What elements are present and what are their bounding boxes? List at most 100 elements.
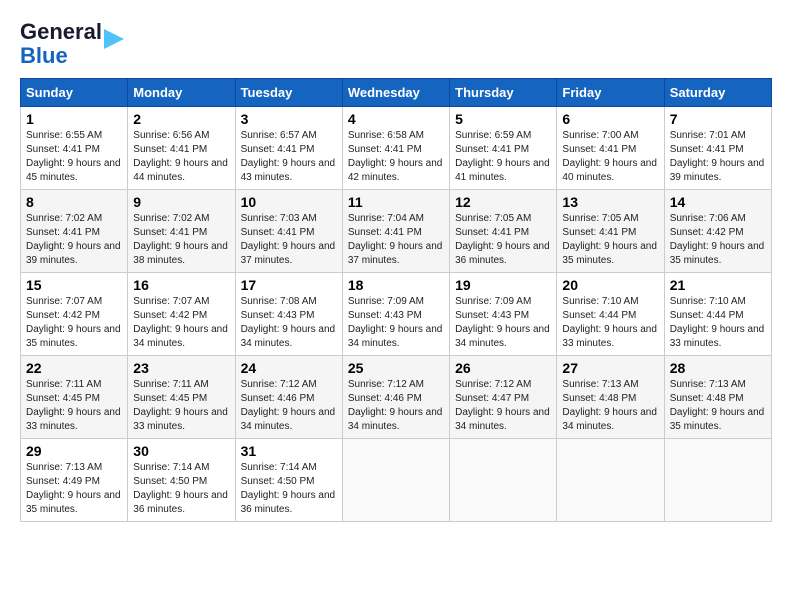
calendar-cell: 29 Sunrise: 7:13 AMSunset: 4:49 PMDaylig… — [21, 439, 128, 522]
day-info: Sunrise: 7:06 AMSunset: 4:42 PMDaylight:… — [670, 213, 765, 266]
calendar-cell: 11 Sunrise: 7:04 AMSunset: 4:41 PMDaylig… — [342, 190, 449, 273]
calendar-cell: 4 Sunrise: 6:58 AMSunset: 4:41 PMDayligh… — [342, 107, 449, 190]
calendar-cell: 1 Sunrise: 6:55 AMSunset: 4:41 PMDayligh… — [21, 107, 128, 190]
calendar-cell: 28 Sunrise: 7:13 AMSunset: 4:48 PMDaylig… — [664, 356, 771, 439]
calendar-cell: 13 Sunrise: 7:05 AMSunset: 4:41 PMDaylig… — [557, 190, 664, 273]
calendar-cell: 14 Sunrise: 7:06 AMSunset: 4:42 PMDaylig… — [664, 190, 771, 273]
day-number: 7 — [670, 111, 766, 127]
col-header-sunday: Sunday — [21, 79, 128, 107]
calendar-table: SundayMondayTuesdayWednesdayThursdayFrid… — [20, 78, 772, 522]
week-row: 22 Sunrise: 7:11 AMSunset: 4:45 PMDaylig… — [21, 356, 772, 439]
day-number: 11 — [348, 194, 444, 210]
calendar-cell: 12 Sunrise: 7:05 AMSunset: 4:41 PMDaylig… — [450, 190, 557, 273]
day-info: Sunrise: 7:12 AMSunset: 4:46 PMDaylight:… — [241, 379, 336, 432]
calendar-cell: 18 Sunrise: 7:09 AMSunset: 4:43 PMDaylig… — [342, 273, 449, 356]
day-info: Sunrise: 7:09 AMSunset: 4:43 PMDaylight:… — [455, 296, 550, 349]
calendar-cell: 19 Sunrise: 7:09 AMSunset: 4:43 PMDaylig… — [450, 273, 557, 356]
calendar-cell: 30 Sunrise: 7:14 AMSunset: 4:50 PMDaylig… — [128, 439, 235, 522]
day-info: Sunrise: 7:07 AMSunset: 4:42 PMDaylight:… — [133, 296, 228, 349]
calendar-cell — [664, 439, 771, 522]
day-number: 13 — [562, 194, 658, 210]
day-number: 3 — [241, 111, 337, 127]
day-info: Sunrise: 7:12 AMSunset: 4:46 PMDaylight:… — [348, 379, 443, 432]
day-number: 9 — [133, 194, 229, 210]
day-number: 21 — [670, 277, 766, 293]
calendar-cell: 24 Sunrise: 7:12 AMSunset: 4:46 PMDaylig… — [235, 356, 342, 439]
day-number: 18 — [348, 277, 444, 293]
day-info: Sunrise: 7:13 AMSunset: 4:49 PMDaylight:… — [26, 462, 121, 515]
calendar-cell: 17 Sunrise: 7:08 AMSunset: 4:43 PMDaylig… — [235, 273, 342, 356]
calendar-cell: 22 Sunrise: 7:11 AMSunset: 4:45 PMDaylig… — [21, 356, 128, 439]
logo: GeneralBlue — [20, 20, 134, 68]
day-number: 17 — [241, 277, 337, 293]
day-info: Sunrise: 6:56 AMSunset: 4:41 PMDaylight:… — [133, 130, 228, 183]
calendar-cell: 27 Sunrise: 7:13 AMSunset: 4:48 PMDaylig… — [557, 356, 664, 439]
day-info: Sunrise: 7:01 AMSunset: 4:41 PMDaylight:… — [670, 130, 765, 183]
week-row: 1 Sunrise: 6:55 AMSunset: 4:41 PMDayligh… — [21, 107, 772, 190]
day-info: Sunrise: 7:05 AMSunset: 4:41 PMDaylight:… — [562, 213, 657, 266]
col-header-monday: Monday — [128, 79, 235, 107]
day-info: Sunrise: 7:03 AMSunset: 4:41 PMDaylight:… — [241, 213, 336, 266]
day-number: 4 — [348, 111, 444, 127]
day-info: Sunrise: 7:13 AMSunset: 4:48 PMDaylight:… — [562, 379, 657, 432]
calendar-cell — [342, 439, 449, 522]
calendar-cell: 26 Sunrise: 7:12 AMSunset: 4:47 PMDaylig… — [450, 356, 557, 439]
day-number: 22 — [26, 360, 122, 376]
day-info: Sunrise: 7:02 AMSunset: 4:41 PMDaylight:… — [133, 213, 228, 266]
day-info: Sunrise: 6:55 AMSunset: 4:41 PMDaylight:… — [26, 130, 121, 183]
day-info: Sunrise: 7:07 AMSunset: 4:42 PMDaylight:… — [26, 296, 121, 349]
day-info: Sunrise: 7:08 AMSunset: 4:43 PMDaylight:… — [241, 296, 336, 349]
day-info: Sunrise: 7:05 AMSunset: 4:41 PMDaylight:… — [455, 213, 550, 266]
day-info: Sunrise: 7:02 AMSunset: 4:41 PMDaylight:… — [26, 213, 121, 266]
day-number: 19 — [455, 277, 551, 293]
header-row: SundayMondayTuesdayWednesdayThursdayFrid… — [21, 79, 772, 107]
col-header-tuesday: Tuesday — [235, 79, 342, 107]
day-info: Sunrise: 7:11 AMSunset: 4:45 PMDaylight:… — [26, 379, 121, 432]
day-number: 25 — [348, 360, 444, 376]
day-number: 2 — [133, 111, 229, 127]
day-info: Sunrise: 7:10 AMSunset: 4:44 PMDaylight:… — [670, 296, 765, 349]
calendar-cell: 15 Sunrise: 7:07 AMSunset: 4:42 PMDaylig… — [21, 273, 128, 356]
calendar-cell: 6 Sunrise: 7:00 AMSunset: 4:41 PMDayligh… — [557, 107, 664, 190]
calendar-cell — [557, 439, 664, 522]
calendar-cell: 20 Sunrise: 7:10 AMSunset: 4:44 PMDaylig… — [557, 273, 664, 356]
col-header-friday: Friday — [557, 79, 664, 107]
calendar-cell: 31 Sunrise: 7:14 AMSunset: 4:50 PMDaylig… — [235, 439, 342, 522]
col-header-thursday: Thursday — [450, 79, 557, 107]
day-number: 29 — [26, 443, 122, 459]
logo-text: GeneralBlue — [20, 20, 102, 68]
day-info: Sunrise: 7:00 AMSunset: 4:41 PMDaylight:… — [562, 130, 657, 183]
day-number: 31 — [241, 443, 337, 459]
day-number: 27 — [562, 360, 658, 376]
day-number: 12 — [455, 194, 551, 210]
col-header-saturday: Saturday — [664, 79, 771, 107]
day-info: Sunrise: 7:10 AMSunset: 4:44 PMDaylight:… — [562, 296, 657, 349]
day-number: 16 — [133, 277, 229, 293]
day-number: 5 — [455, 111, 551, 127]
calendar-cell: 16 Sunrise: 7:07 AMSunset: 4:42 PMDaylig… — [128, 273, 235, 356]
week-row: 29 Sunrise: 7:13 AMSunset: 4:49 PMDaylig… — [21, 439, 772, 522]
col-header-wednesday: Wednesday — [342, 79, 449, 107]
day-info: Sunrise: 7:12 AMSunset: 4:47 PMDaylight:… — [455, 379, 550, 432]
day-number: 26 — [455, 360, 551, 376]
day-info: Sunrise: 6:57 AMSunset: 4:41 PMDaylight:… — [241, 130, 336, 183]
page-header: GeneralBlue — [20, 20, 772, 68]
day-number: 23 — [133, 360, 229, 376]
day-info: Sunrise: 7:11 AMSunset: 4:45 PMDaylight:… — [133, 379, 228, 432]
calendar-cell: 21 Sunrise: 7:10 AMSunset: 4:44 PMDaylig… — [664, 273, 771, 356]
calendar-cell: 3 Sunrise: 6:57 AMSunset: 4:41 PMDayligh… — [235, 107, 342, 190]
week-row: 15 Sunrise: 7:07 AMSunset: 4:42 PMDaylig… — [21, 273, 772, 356]
day-info: Sunrise: 7:13 AMSunset: 4:48 PMDaylight:… — [670, 379, 765, 432]
day-number: 14 — [670, 194, 766, 210]
day-number: 28 — [670, 360, 766, 376]
day-number: 6 — [562, 111, 658, 127]
calendar-cell — [450, 439, 557, 522]
day-number: 10 — [241, 194, 337, 210]
week-row: 8 Sunrise: 7:02 AMSunset: 4:41 PMDayligh… — [21, 190, 772, 273]
day-info: Sunrise: 7:14 AMSunset: 4:50 PMDaylight:… — [241, 462, 336, 515]
day-number: 8 — [26, 194, 122, 210]
calendar-cell: 7 Sunrise: 7:01 AMSunset: 4:41 PMDayligh… — [664, 107, 771, 190]
calendar-cell: 23 Sunrise: 7:11 AMSunset: 4:45 PMDaylig… — [128, 356, 235, 439]
calendar-cell: 9 Sunrise: 7:02 AMSunset: 4:41 PMDayligh… — [128, 190, 235, 273]
calendar-cell: 2 Sunrise: 6:56 AMSunset: 4:41 PMDayligh… — [128, 107, 235, 190]
